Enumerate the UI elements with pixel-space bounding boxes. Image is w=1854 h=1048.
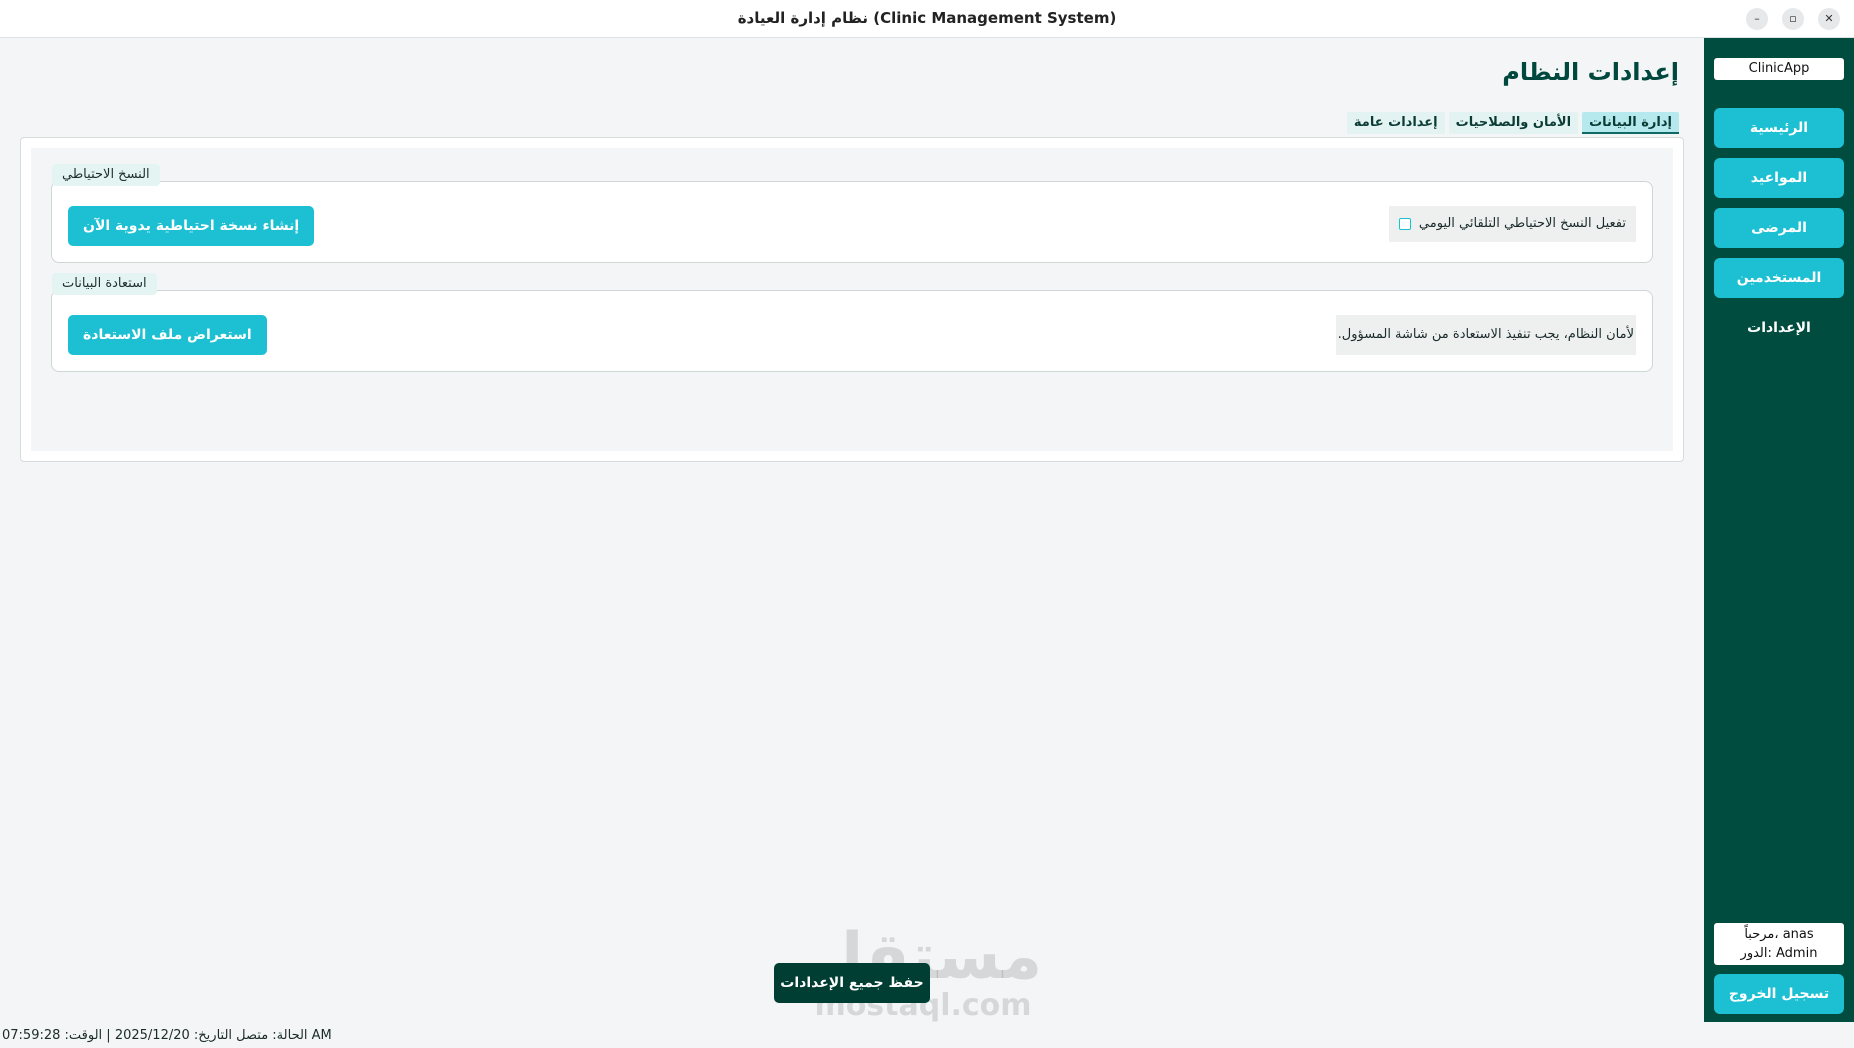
role-text: الدور: Admin xyxy=(1740,946,1818,961)
manual-backup-button[interactable]: إنشاء نسخة احتياطية يدوية الآن xyxy=(68,206,315,246)
restore-group: استعادة البيانات استعراض ملف الاستعادة ل… xyxy=(51,273,1653,372)
close-icon[interactable]: ✕ xyxy=(1818,8,1840,30)
sidebar-item-home[interactable]: الرئيسية xyxy=(1714,108,1844,148)
sidebar-item-patients[interactable]: المرضى xyxy=(1714,208,1844,248)
backup-group-title: النسخ الاحتياطي xyxy=(52,164,160,186)
minimize-icon[interactable]: – xyxy=(1746,8,1768,30)
window-titlebar: نظام إدارة العيادة (Clinic Management Sy… xyxy=(0,0,1854,38)
status-bar: الحالة: متصل التاريخ: 2025/12/20 | الوقت… xyxy=(2,1028,332,1043)
sidebar-item-appointments[interactable]: المواعيد xyxy=(1714,158,1844,198)
window-title: نظام إدارة العيادة (Clinic Management Sy… xyxy=(737,9,1117,27)
restore-group-title: استعادة البيانات xyxy=(52,273,157,295)
tab-panel: النسخ الاحتياطي إنشاء نسخة احتياطية يدوي… xyxy=(20,137,1684,462)
logout-button[interactable]: تسجيل الخروج xyxy=(1714,974,1844,1014)
sidebar: ClinicApp الرئيسية المواعيد المرضى المست… xyxy=(1704,38,1854,1022)
brand-label: ClinicApp xyxy=(1714,58,1844,80)
save-all-button[interactable]: حفظ جميع الإعدادات xyxy=(774,963,930,1003)
tab-panel-content: النسخ الاحتياطي إنشاء نسخة احتياطية يدوي… xyxy=(31,148,1673,451)
user-info: مرحباً، anas الدور: Admin xyxy=(1714,923,1844,965)
auto-backup-label: تفعيل النسخ الاحتياطي التلقائي اليومي xyxy=(1418,216,1626,231)
backup-group: النسخ الاحتياطي إنشاء نسخة احتياطية يدوي… xyxy=(51,164,1653,263)
restore-note: لأمان النظام، يجب تنفيذ الاستعادة من شاش… xyxy=(1335,315,1636,355)
auto-backup-checkbox[interactable] xyxy=(1398,218,1411,230)
maximize-icon[interactable]: ▫ xyxy=(1782,8,1804,30)
welcome-text: مرحباً، anas xyxy=(1744,927,1814,942)
tab-data-management[interactable]: إدارة البيانات xyxy=(1582,112,1679,134)
auto-backup-option[interactable]: تفعيل النسخ الاحتياطي التلقائي اليومي xyxy=(1388,206,1636,242)
settings-tabs: إعدادات عامة الأمان والصلاحيات إدارة الب… xyxy=(1346,112,1679,136)
tab-general[interactable]: إعدادات عامة xyxy=(1346,112,1445,134)
sidebar-item-settings[interactable]: الإعدادات xyxy=(1714,308,1844,348)
page-title: إعدادات النظام xyxy=(1502,58,1679,86)
browse-restore-button[interactable]: استعراض ملف الاستعادة xyxy=(68,315,267,355)
tab-security[interactable]: الأمان والصلاحيات xyxy=(1448,112,1579,134)
sidebar-item-users[interactable]: المستخدمين xyxy=(1714,258,1844,298)
